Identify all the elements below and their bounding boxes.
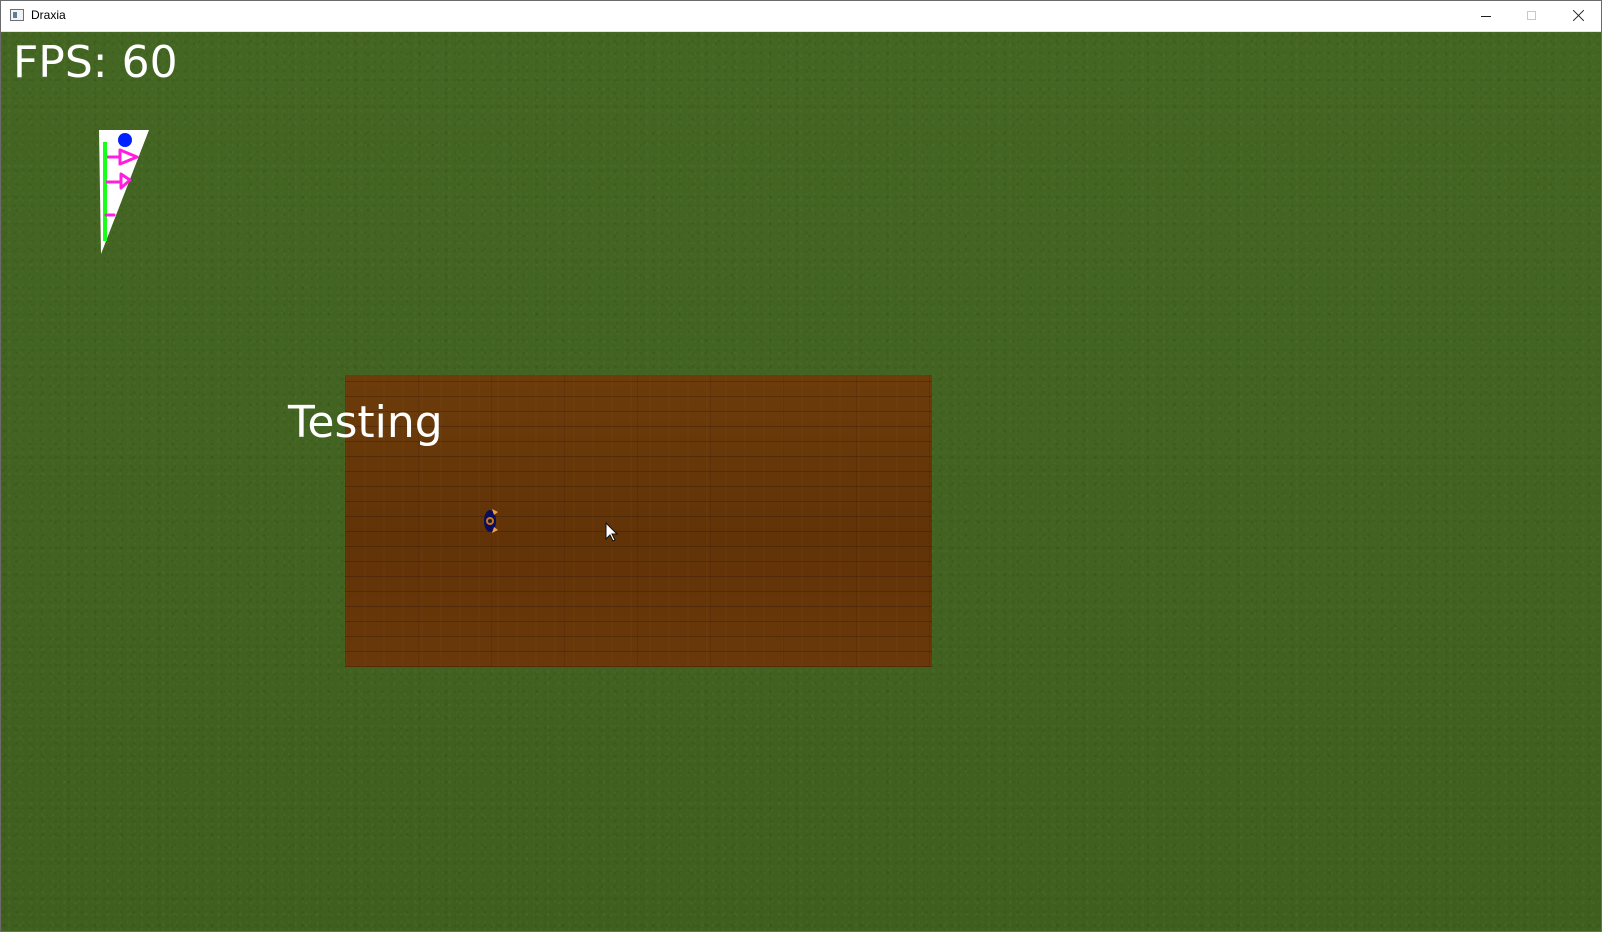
fps-counter: FPS: 60 bbox=[13, 37, 178, 88]
game-viewport[interactable]: FPS: 60 Testing bbox=[1, 32, 1601, 931]
maximize-button[interactable] bbox=[1509, 1, 1555, 31]
green-bar-icon bbox=[103, 142, 107, 241]
blue-dot-icon bbox=[118, 133, 132, 147]
mouse-cursor-icon bbox=[605, 522, 618, 542]
player-face bbox=[488, 519, 492, 523]
minimize-button[interactable] bbox=[1463, 1, 1509, 31]
close-button[interactable] bbox=[1555, 1, 1601, 31]
maximize-icon bbox=[1527, 11, 1536, 20]
app-icon bbox=[10, 9, 24, 21]
window-title: Draxia bbox=[31, 8, 66, 22]
game-window: Draxia FPS: 60 Testing bbox=[0, 0, 1602, 932]
close-icon bbox=[1572, 9, 1585, 22]
player-icon[interactable] bbox=[481, 507, 503, 535]
title-bar[interactable]: Draxia bbox=[1, 1, 1601, 32]
minimize-icon bbox=[1481, 16, 1491, 17]
area-label: Testing bbox=[288, 397, 443, 448]
hud-indicator-panel bbox=[99, 130, 149, 254]
